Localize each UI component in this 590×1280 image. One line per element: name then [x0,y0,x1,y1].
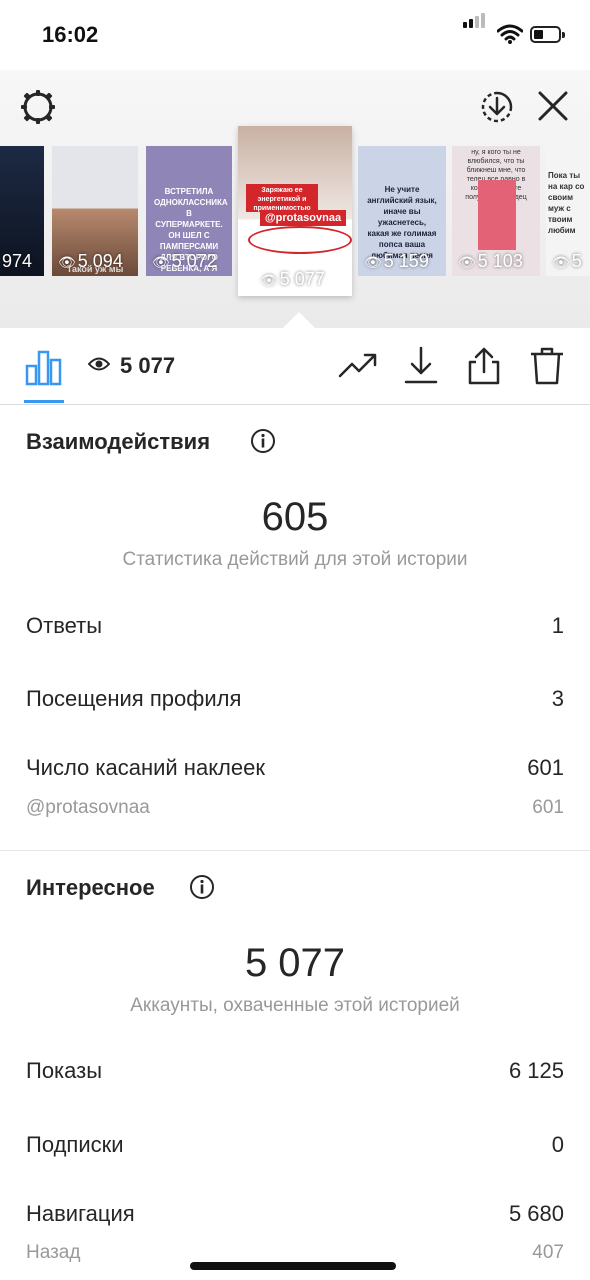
interactions-subtitle: Статистика действий для этой истории [122,549,468,570]
sticker-handle-label: @protasovnaa [26,797,150,818]
eye-icon: 👁 [364,254,382,270]
sticker-taps-value: 601 [527,755,564,780]
discovery-subtitle: Аккаунты, охваченные этой историей [130,995,460,1016]
story-thumbnail[interactable]: 974 [0,146,44,276]
story-thumbnail-selected[interactable]: Заряжаю ее энергетикой и применимостью @… [238,126,352,296]
replies-label: Ответы [26,613,103,638]
story-views-label: 👁 5 072 [152,251,217,271]
info-icon[interactable] [189,874,215,900]
views-count: 5 077 [120,353,176,378]
story-thumbnail[interactable]: ВСТРЕТИЛА ОДНОКЛАССНИКА В СУПЕРМАРКЕТЕ. … [146,146,232,276]
story-views-label: 👁 5 103 [458,251,523,271]
status-time: 16:02 [42,22,99,47]
discovery-total: 5 077 [244,941,346,985]
impressions-value: 6 125 [508,1058,564,1083]
story-thumbnail[interactable]: Пока ты на кар со своим муж с твоим люби… [546,146,590,276]
profile-visits-label: Посещения профиля [26,686,242,711]
navigation-value: 5 680 [508,1201,564,1226]
eye-icon: 👁 [458,254,476,270]
back-value: 407 [532,1242,564,1263]
back-label: Назад [26,1242,81,1263]
story-text: Пока ты на кар со своим муж с твоим люби… [548,171,585,235]
follows-label: Подписки [26,1132,124,1157]
story-views-label: 👁 5 [552,251,582,271]
download-icon[interactable] [403,346,439,386]
story-thumbnail[interactable]: Не учите английский язык, иначе вы ужасн… [358,146,446,276]
share-icon[interactable] [466,346,502,386]
section-divider [0,850,590,851]
story-views-label: 👁 5 094 [58,251,123,271]
story-image [478,180,516,250]
eye-icon: 👁 [260,272,278,288]
eye-icon: 👁 [552,254,570,270]
status-bar: 16:02 [0,0,590,70]
active-tab-indicator [24,400,64,403]
trending-up-icon[interactable] [338,350,378,380]
story-views-label: 👁 5 077 [260,269,325,289]
interactions-title: Взаимодействия [26,429,211,454]
story-views: 974 [2,251,33,271]
eye-icon: 👁 [58,254,76,270]
story-text: Не учите английский язык, иначе вы ужасн… [367,185,437,260]
story-thumbnail[interactable]: ну, я кого ты не влюбился, что ты ближне… [452,146,540,276]
home-indicator[interactable] [190,1262,396,1270]
profile-visits-value: 3 [551,686,564,711]
story-thumbnail[interactable]: Такой уж мы 👁 5 094 [52,146,138,276]
eye-icon: 👁 [152,254,170,270]
interactions-total: 605 [261,495,329,539]
story-views-label: 👁 5 159 [364,251,429,271]
story-text: Заряжаю ее энергетикой и применимостью [246,184,318,212]
info-icon[interactable] [250,428,276,454]
close-icon[interactable] [536,89,570,123]
impressions-label: Показы [26,1058,103,1083]
selection-pointer [283,312,315,328]
battery-icon [530,26,566,44]
settings-gear-icon[interactable] [18,87,58,127]
mention-sticker: @protasovnaa [260,210,346,226]
navigation-label: Навигация [26,1201,135,1226]
eye-icon [88,357,110,371]
bar-chart-icon[interactable] [24,348,64,386]
trash-icon[interactable] [529,346,565,386]
download-circle-icon[interactable] [477,87,517,127]
discovery-title: Интересное [26,875,155,900]
replies-value: 1 [551,613,564,638]
insights-toolbar: 5 077 [0,328,590,405]
follows-value: 0 [551,1132,564,1157]
sticker-handle-value: 601 [532,797,564,818]
highlight-oval [248,226,352,254]
sticker-taps-label: Число касаний наклеек [26,755,265,780]
wifi-icon [497,24,523,44]
